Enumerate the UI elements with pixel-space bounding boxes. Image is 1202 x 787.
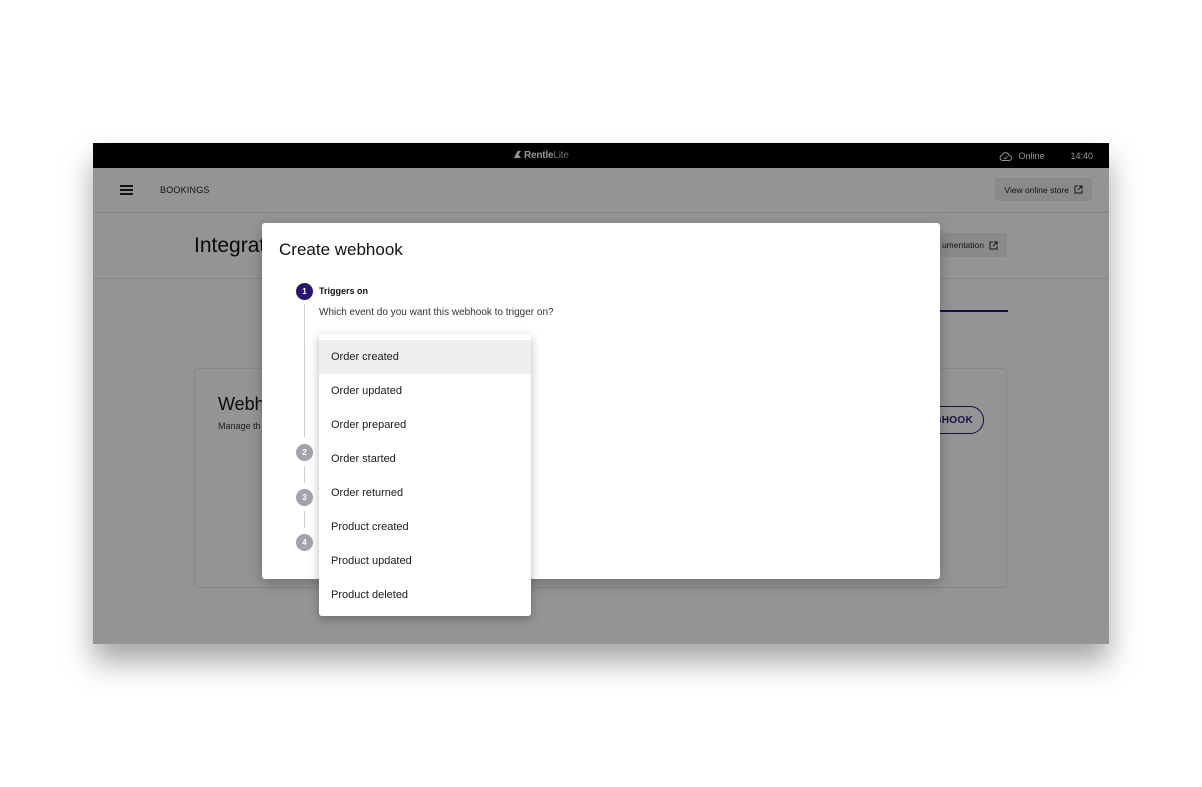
dropdown-option-order-prepared[interactable]: Order prepared bbox=[319, 408, 531, 442]
step-1-indicator: 1 bbox=[296, 283, 313, 300]
dropdown-option-order-returned[interactable]: Order returned bbox=[319, 476, 531, 510]
step-2-indicator: 2 bbox=[296, 444, 313, 461]
dropdown-option-product-updated[interactable]: Product updated bbox=[319, 544, 531, 578]
step-1-label: Triggers on bbox=[319, 286, 369, 296]
step-connector bbox=[304, 466, 305, 483]
step-connector bbox=[304, 511, 305, 528]
step-connector bbox=[304, 304, 305, 437]
step-1-question: Which event do you want this webhook to … bbox=[319, 307, 554, 318]
dropdown-option-product-created[interactable]: Product created bbox=[319, 510, 531, 544]
dropdown-option-order-created[interactable]: Order created bbox=[319, 340, 531, 374]
dropdown-option-product-deleted[interactable]: Product deleted bbox=[319, 578, 531, 612]
dropdown-option-order-started[interactable]: Order started bbox=[319, 442, 531, 476]
step-3-indicator: 3 bbox=[296, 489, 313, 506]
step-4-indicator: 4 bbox=[296, 534, 313, 551]
trigger-event-dropdown: Order created Order updated Order prepar… bbox=[319, 334, 531, 616]
dropdown-option-order-updated[interactable]: Order updated bbox=[319, 374, 531, 408]
dialog-title: Create webhook bbox=[279, 240, 403, 259]
